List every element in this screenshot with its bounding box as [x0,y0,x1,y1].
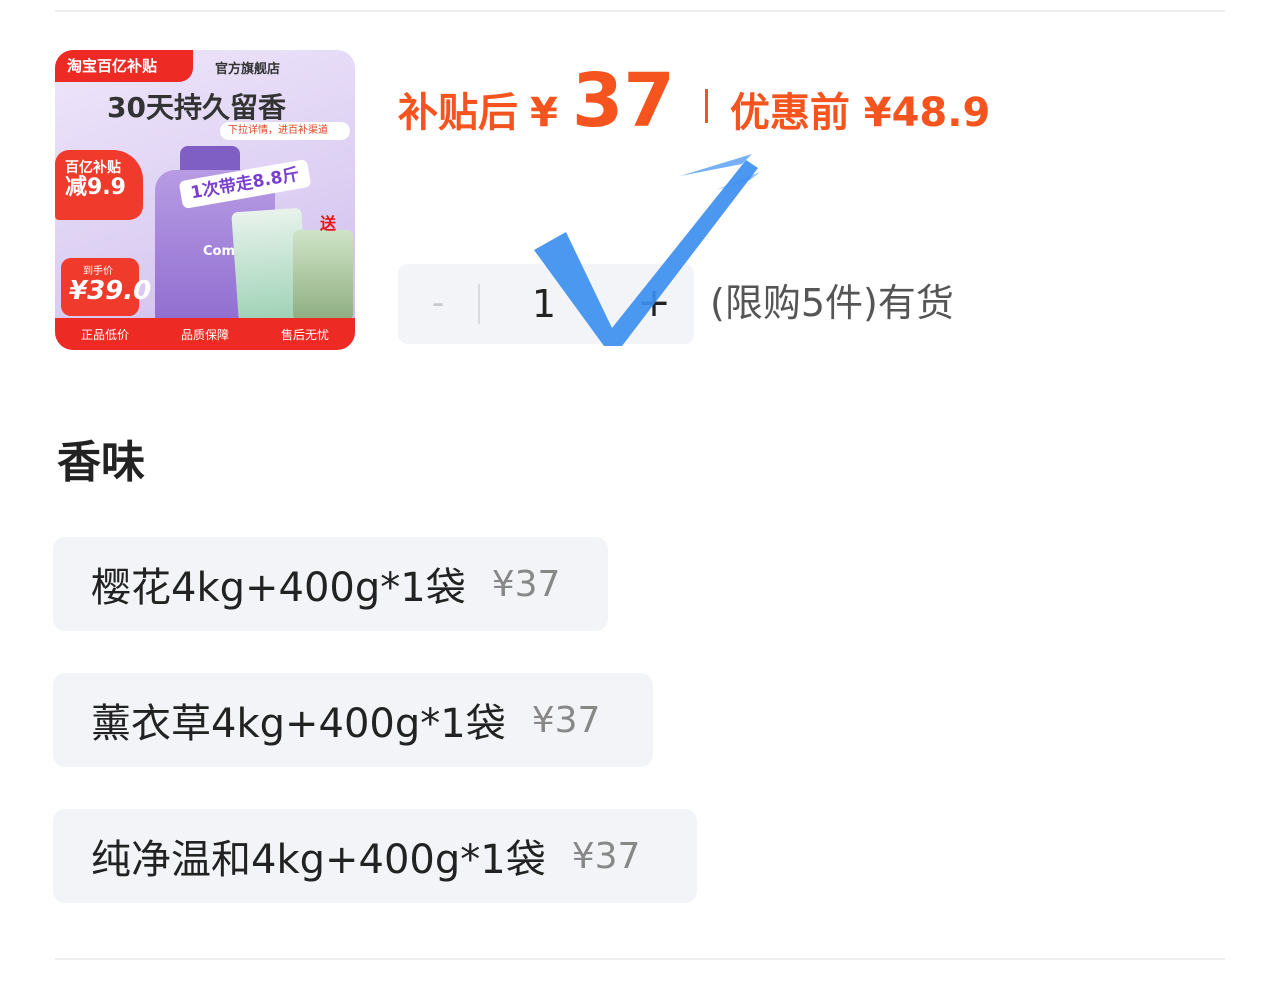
store-label: 官方旗舰店 [215,62,281,77]
variant-name: 薰衣草4kg+400g*1袋 [91,701,506,747]
subsidy-badge-line2: 减9.9 [65,175,126,200]
variant-price: ¥37 [491,563,561,605]
sku-selector-panel: 淘宝百亿补贴 官方旗舰店 30天持久留香 下拉详情，进百补渠道 1次带走8.8斤… [0,0,1280,986]
decrement-button[interactable]: - [398,264,478,344]
subsidy-price-label: 补贴后 [398,90,518,136]
subsidy-flame-badge: 百亿补贴 减9.9 [55,150,143,220]
top-divider [55,10,1225,12]
guarantee-item: 品质保障 [180,327,229,342]
guarantee-footer: 正品低价 品质保障 售后无忧 [55,318,355,350]
variant-price: ¥37 [531,699,601,741]
scent-section-title: 香味 [57,437,145,488]
subsidy-banner: 淘宝百亿补贴 [55,50,193,82]
final-price-badge: 到手价 ¥39.0 [61,258,151,316]
product-thumbnail[interactable]: 淘宝百亿补贴 官方旗舰店 30天持久留香 下拉详情，进百补渠道 1次带走8.8斤… [55,50,355,350]
currency-symbol: ¥ [530,90,558,136]
variant-price: ¥37 [571,835,641,877]
original-price: 优惠前 ¥48.9 [729,90,991,136]
price-separator [704,89,708,123]
variant-option-sakura[interactable]: 樱花4kg+400g*1袋 ¥37 [53,537,608,631]
checkmark-icon [534,154,760,346]
gift-label: 送 [320,214,337,233]
guarantee-item: 正品低价 [80,327,129,342]
variant-name: 樱花4kg+400g*1袋 [91,565,466,611]
final-price-label: 到手价 [83,266,113,277]
price-row: 补贴后 ¥ 37 优惠前 ¥48.9 [398,58,991,144]
final-price-value: ¥39.0 [69,276,152,306]
guarantee-item: 售后无忧 [280,327,329,342]
gift-box-shape [293,230,353,320]
promo-note: 下拉详情，进百补渠道 [220,122,350,140]
product-headline: 30天持久留香 [107,91,286,124]
bottom-divider [55,958,1225,960]
variant-option-lavender[interactable]: 薰衣草4kg+400g*1袋 ¥37 [53,673,653,767]
variant-name: 纯净温和4kg+400g*1袋 [91,837,546,883]
subsidy-price-value: 37 [571,58,675,144]
variant-option-pure-gentle[interactable]: 纯净温和4kg+400g*1袋 ¥37 [53,809,697,903]
